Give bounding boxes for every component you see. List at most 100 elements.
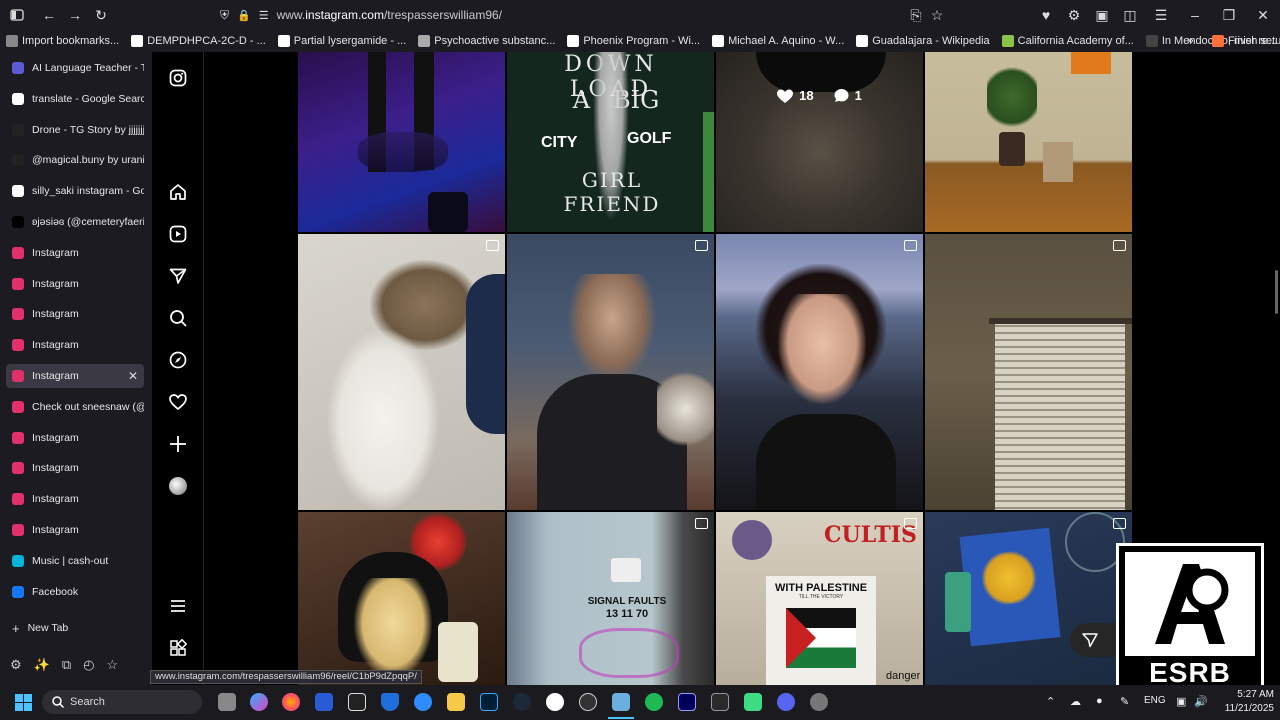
mic-icon[interactable]: ● (1096, 695, 1103, 707)
bookmarks-overflow-icon[interactable]: » (1187, 33, 1194, 47)
notifications-heart-icon[interactable] (168, 392, 188, 412)
minimize-icon[interactable]: – (1178, 2, 1212, 28)
bookmark-item[interactable]: Import bookmarks... (0, 35, 125, 47)
more-menu-icon[interactable] (168, 596, 188, 616)
containers-icon[interactable]: ▣ (1088, 2, 1116, 28)
terminal-icon[interactable] (711, 693, 729, 711)
discord-icon[interactable] (777, 693, 795, 711)
create-plus-icon[interactable] (168, 434, 188, 454)
tab-item[interactable]: Facebook (6, 580, 144, 604)
reload-icon[interactable]: ↻ (88, 2, 114, 28)
lock-icon[interactable]: 🔒 (237, 9, 251, 22)
tab-item[interactable]: ʚjǝsiǝɞ (@cemeteryfaerie) ... (6, 210, 144, 234)
url-text[interactable]: www.instagram.com/trespasserswilliam96/ (277, 8, 502, 22)
photoshop-icon[interactable] (480, 693, 498, 711)
menu-icon[interactable]: ☰ (1144, 2, 1178, 28)
extensions-icon[interactable]: ⚙ (1060, 2, 1088, 28)
messages-icon[interactable] (168, 266, 188, 286)
editor-icon[interactable] (315, 693, 333, 711)
bookmark-item[interactable]: DEMPDHPCA-2C-D - ... (125, 35, 272, 47)
network-icon[interactable]: ▣ (1176, 695, 1186, 708)
history-icon[interactable]: ◴ (83, 657, 94, 673)
notepad-icon[interactable] (612, 693, 630, 711)
bookmark-item[interactable]: Partial lysergamide - ... (272, 35, 412, 47)
zoom-icon[interactable] (414, 693, 432, 711)
file-manager-icon[interactable] (218, 693, 236, 711)
chatgpt-icon[interactable] (579, 693, 597, 711)
profile-avatar[interactable] (168, 476, 188, 496)
search-icon[interactable] (168, 308, 188, 328)
tab-item[interactable]: Instagram (6, 518, 144, 542)
bookmark-star-icon[interactable]: ☆ (924, 2, 950, 28)
settings-icon[interactable]: ⚙ (10, 657, 22, 673)
page-scrollbar-thumb[interactable] (1275, 270, 1278, 314)
post-concert-stage[interactable] (298, 52, 505, 232)
settings-app-icon[interactable] (810, 693, 828, 711)
close-icon[interactable]: ✕ (1246, 2, 1280, 28)
post-with-palestine-poster[interactable]: CULTIS WITH PALESTINE TILL THE VICTORY d… (716, 512, 923, 685)
android-app-icon[interactable] (744, 693, 762, 711)
post-window-blinds[interactable] (925, 234, 1132, 510)
bookmark-item[interactable]: Michael A. Aquino - W... (706, 35, 850, 47)
tab-item[interactable]: Instagram ✕ (6, 364, 144, 388)
onedrive-icon[interactable]: ☁ (1070, 695, 1081, 708)
tab-item[interactable]: Check out sneesnaw (@sn (6, 395, 144, 419)
bookmark-item[interactable]: Finish setup (1206, 35, 1280, 47)
pen-icon[interactable]: ✎ (1120, 695, 1129, 708)
home-icon[interactable] (168, 182, 188, 202)
windows-start-icon[interactable] (15, 694, 32, 711)
tab-item[interactable]: Music | cash-out (6, 549, 144, 573)
language-indicator[interactable]: ENG (1144, 695, 1166, 706)
copilot-icon[interactable] (250, 693, 268, 711)
close-tab-icon[interactable]: ✕ (128, 369, 138, 383)
sidebar-toggle-icon[interactable] (4, 2, 30, 28)
post-portrait-waterfront[interactable] (716, 234, 923, 510)
ai-chatbot-icon[interactable]: ✨ (34, 657, 50, 673)
tab-item[interactable]: @magical.buny by uranium (6, 148, 144, 172)
tab-item[interactable]: Instagram (6, 302, 144, 326)
defender-icon[interactable] (381, 693, 399, 711)
premiere-icon[interactable] (678, 693, 696, 711)
new-tab-button[interactable]: + New Tab (6, 616, 144, 640)
tab-item[interactable]: Instagram (6, 487, 144, 511)
steam-icon[interactable] (513, 693, 531, 711)
post-portrait-hovered[interactable]: 18 1 (716, 52, 923, 232)
tab-item[interactable]: translate - Google Search (6, 87, 144, 111)
post-comic-dog-table[interactable] (925, 512, 1132, 685)
volume-icon[interactable]: 🔊 (1194, 695, 1208, 708)
tab-item[interactable]: Instagram (6, 272, 144, 296)
tab-item[interactable]: Drone - TG Story by jjjjjjjjjjjjj (6, 118, 144, 142)
wordpad-icon[interactable] (546, 693, 564, 711)
extension-heart-icon[interactable]: ♥ (1032, 2, 1060, 28)
shield-icon[interactable]: ⛨ (220, 8, 229, 23)
tray-overflow-icon[interactable]: ⌃ (1046, 695, 1055, 708)
post-illustrated-woman-poster[interactable] (298, 512, 505, 685)
reels-icon[interactable] (168, 224, 188, 244)
forward-icon[interactable]: → (62, 2, 88, 28)
bookmark-item[interactable]: California Academy of... (996, 35, 1140, 47)
tab-item[interactable]: Instagram (6, 333, 144, 357)
firefox-icon[interactable] (282, 693, 300, 711)
tab-item[interactable]: Instagram (6, 426, 144, 450)
bookmark-item[interactable]: Phoenix Program - Wi... (561, 35, 706, 47)
permissions-icon[interactable]: ☰ (259, 9, 269, 22)
post-cats-on-carpet[interactable] (298, 234, 505, 510)
spotify-icon[interactable] (645, 693, 663, 711)
url-bar[interactable]: ⛨ 🔒 ☰ www.instagram.com/trespasserswilli… (216, 4, 956, 26)
instagram-logo-icon[interactable] (168, 68, 188, 88)
tab-item[interactable]: Instagram (6, 241, 144, 265)
bookmark-item[interactable]: Guadalajara - Wikipedia (850, 35, 995, 47)
folder-icon[interactable] (447, 693, 465, 711)
bookmark-item[interactable]: Psychoactive substanc... (412, 35, 561, 47)
tab-item[interactable]: silly_saki instagram - Goog (6, 179, 144, 203)
post-hallway-plant[interactable] (925, 52, 1132, 232)
tab-item[interactable]: Instagram (6, 456, 144, 480)
synced-tabs-icon[interactable]: ⧉ (62, 657, 71, 673)
tab-item[interactable]: AI Language Teacher - Talk (6, 56, 144, 80)
maximize-icon[interactable]: ❐ (1212, 2, 1246, 28)
explore-icon[interactable] (168, 350, 188, 370)
clock[interactable]: 5:27 AM 11/21/2025 (1225, 688, 1274, 716)
post-big-city-golf-poster[interactable]: DOWN LOAD A BIG CITY GOLF GIRL FRIEND (507, 52, 714, 232)
back-icon[interactable]: ← (36, 2, 62, 28)
bookmarks-icon[interactable]: ☆ (106, 657, 118, 673)
